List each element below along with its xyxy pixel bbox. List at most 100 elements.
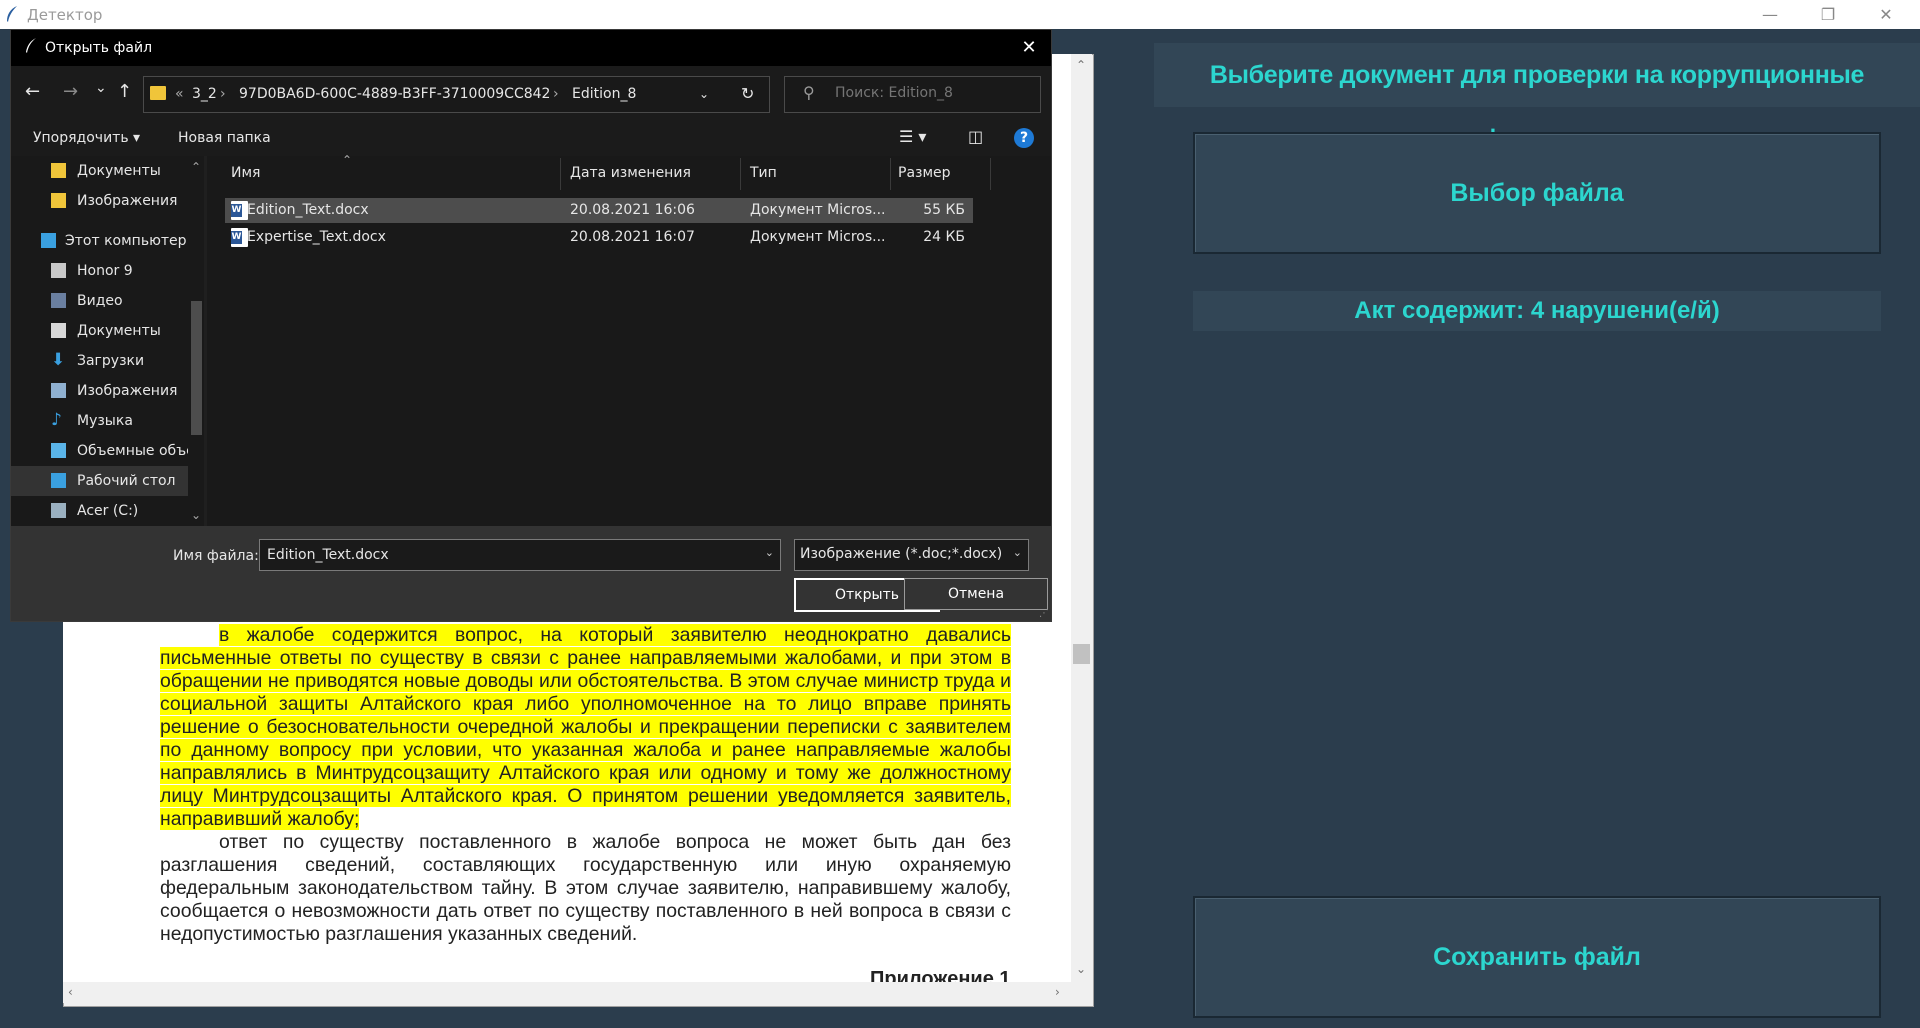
appendix-heading: Приложение 1 xyxy=(870,968,1011,982)
sidebar-item-video[interactable]: Видео xyxy=(11,286,188,316)
search-input[interactable] xyxy=(833,84,1032,102)
dialog-footer: Имя файла: ⌄ Изображение (*.doc;*.docx) … xyxy=(11,526,1051,621)
page-title: Выберите документ для проверки на корруп… xyxy=(1209,61,1865,153)
column-divider[interactable] xyxy=(560,158,561,190)
sidebar-item-label: Изображения xyxy=(77,193,178,209)
filetype-value: Изображение (*.doc;*.docx) xyxy=(800,546,1003,562)
file-size: 55 КБ xyxy=(923,202,965,218)
filetype-select[interactable]: Изображение (*.doc;*.docx) ⌄ xyxy=(794,539,1029,571)
breadcrumb-overflow[interactable]: « xyxy=(175,86,184,102)
sidebar-item-label: Документы xyxy=(77,163,161,179)
view-options-icon[interactable]: ☰ ▾ xyxy=(899,127,926,146)
chevron-down-icon[interactable]: ⌄ xyxy=(1013,546,1022,559)
file-row[interactable]: Edition_Text.docx 20.08.2021 16:06 Докум… xyxy=(225,198,973,223)
sidebar-item-label: Honor 9 xyxy=(77,263,133,279)
back-arrow-icon[interactable]: ← xyxy=(25,82,40,102)
navigation-scrollbar[interactable]: ⌃ ⌄ xyxy=(188,156,204,526)
sidebar-item-downloads[interactable]: ⬇ Загрузки xyxy=(11,346,188,376)
file-date: 20.08.2021 16:07 xyxy=(570,229,695,245)
column-header-date[interactable]: Дата изменения xyxy=(570,165,691,181)
sidebar-item-drive-c[interactable]: Acer (C:) xyxy=(11,496,188,526)
up-arrow-icon[interactable]: ↑ xyxy=(117,82,132,102)
close-button[interactable]: ✕ xyxy=(1858,0,1914,29)
music-icon: ♪ xyxy=(51,410,62,430)
minimize-button[interactable]: — xyxy=(1742,0,1798,29)
scrollbar-thumb[interactable] xyxy=(1073,644,1090,664)
maximize-button[interactable]: ❐ xyxy=(1800,0,1856,29)
organize-menu[interactable]: Упорядочить ▾ xyxy=(33,130,140,146)
search-icon: ⚲ xyxy=(803,83,815,102)
sidebar-item-music[interactable]: ♪ Музыка xyxy=(11,406,188,436)
folder-icon xyxy=(51,163,66,178)
filename-label: Имя файла: xyxy=(173,548,259,564)
sidebar-item-documents-lib[interactable]: Документы xyxy=(11,316,188,346)
scroll-up-arrow-icon[interactable]: ⌃ xyxy=(191,160,201,174)
breadcrumb-separator: › xyxy=(220,86,226,102)
save-file-button[interactable]: Сохранить файл xyxy=(1193,896,1881,1018)
scroll-down-arrow-icon[interactable]: ⌄ xyxy=(191,508,201,522)
sidebar-item-label: Объемные объекты xyxy=(77,443,188,459)
file-name: Edition_Text.docx xyxy=(247,202,369,218)
drive-icon xyxy=(51,503,66,518)
sidebar-item-label: Рабочий стол xyxy=(77,473,176,489)
sidebar-item-documents[interactable]: Документы xyxy=(11,156,188,186)
column-header-name[interactable]: Имя xyxy=(231,165,260,181)
scroll-up-arrow-icon[interactable]: ⌃ xyxy=(1076,58,1086,72)
new-folder-button[interactable]: Новая папка xyxy=(178,130,271,146)
choose-file-button[interactable]: Выбор файла xyxy=(1193,132,1881,254)
column-header-size[interactable]: Размер xyxy=(898,165,951,181)
sidebar-item-3d-objects[interactable]: Объемные объекты xyxy=(11,436,188,466)
scrollbar-thumb[interactable] xyxy=(191,301,202,435)
sidebar-item-honor9[interactable]: Honor 9 xyxy=(11,256,188,286)
highlighted-violation: в жалобе содержится вопрос, на который з… xyxy=(160,624,1011,830)
breadcrumb-item[interactable]: 3_2 xyxy=(192,86,217,102)
breadcrumb-item[interactable]: Edition_8 xyxy=(572,86,636,102)
folder-icon xyxy=(51,193,66,208)
computer-icon xyxy=(41,233,56,248)
filename-input[interactable] xyxy=(265,546,749,564)
document-vertical-scrollbar[interactable]: ⌃ ⌄ xyxy=(1071,54,1092,982)
scroll-right-arrow-icon[interactable]: › xyxy=(1055,985,1060,999)
column-header-type[interactable]: Тип xyxy=(750,165,777,181)
breadcrumb-separator: › xyxy=(553,86,559,102)
navigation-bar: ← → ⌄ ↑ « 3_2 › 97D0BA6D-600C-4889-B3FF-… xyxy=(11,66,1051,120)
column-divider[interactable] xyxy=(890,158,891,190)
preview-pane-icon[interactable]: ◫ xyxy=(968,127,983,146)
dialog-titlebar: Открыть файл ✕ xyxy=(11,30,1051,66)
scroll-down-arrow-icon[interactable]: ⌄ xyxy=(1076,962,1086,976)
violations-status: Акт содержит: 4 нарушени(е/й) xyxy=(1193,291,1881,331)
document-horizontal-scrollbar[interactable]: ‹ › xyxy=(63,982,1071,1003)
document-paragraph: ответ по существу поставленного в жалобе… xyxy=(160,831,1011,945)
scroll-left-arrow-icon[interactable]: ‹ xyxy=(68,985,73,999)
sidebar-item-pictures[interactable]: Изображения xyxy=(11,376,188,406)
sidebar-item-label: Изображения xyxy=(77,383,178,399)
pictures-icon xyxy=(51,383,66,398)
sidebar-item-label: Музыка xyxy=(77,413,133,429)
chevron-down-icon[interactable]: ⌄ xyxy=(765,546,774,559)
column-divider[interactable] xyxy=(990,158,991,190)
file-size: 24 КБ xyxy=(923,229,965,245)
cancel-button[interactable]: Отмена xyxy=(904,578,1048,610)
chevron-down-icon[interactable]: ⌄ xyxy=(699,87,709,101)
breadcrumb-item[interactable]: 97D0BA6D-600C-4889-B3FF-3710009CC842 xyxy=(239,86,550,102)
sidebar-item-desktop[interactable]: Рабочий стол xyxy=(11,466,188,496)
sidebar-item-this-pc[interactable]: Этот компьютер xyxy=(11,226,188,256)
sidebar-item-label: Этот компьютер xyxy=(65,233,187,249)
resize-grip-icon[interactable]: ⋰ xyxy=(1039,608,1049,619)
column-divider[interactable] xyxy=(740,158,741,190)
dialog-close-button[interactable]: ✕ xyxy=(1017,36,1041,60)
address-bar[interactable]: « 3_2 › 97D0BA6D-600C-4889-B3FF-3710009C… xyxy=(143,76,770,113)
feather-icon xyxy=(26,38,36,53)
filename-field[interactable]: ⌄ xyxy=(259,539,781,571)
documents-icon xyxy=(51,323,66,338)
search-box[interactable]: ⚲ xyxy=(784,76,1041,113)
folder-icon xyxy=(150,86,166,100)
sidebar-item-label: Загрузки xyxy=(77,353,145,369)
document-paragraph: в жалобе содержится вопрос, на который з… xyxy=(160,624,1011,831)
recent-locations-icon[interactable]: ⌄ xyxy=(95,78,107,98)
help-icon[interactable]: ? xyxy=(1014,128,1034,148)
sidebar-item-images[interactable]: Изображения xyxy=(11,186,188,216)
file-row[interactable]: Expertise_Text.docx 20.08.2021 16:07 Док… xyxy=(225,225,973,250)
forward-arrow-icon[interactable]: → xyxy=(63,82,78,102)
refresh-icon[interactable]: ↻ xyxy=(741,84,754,103)
